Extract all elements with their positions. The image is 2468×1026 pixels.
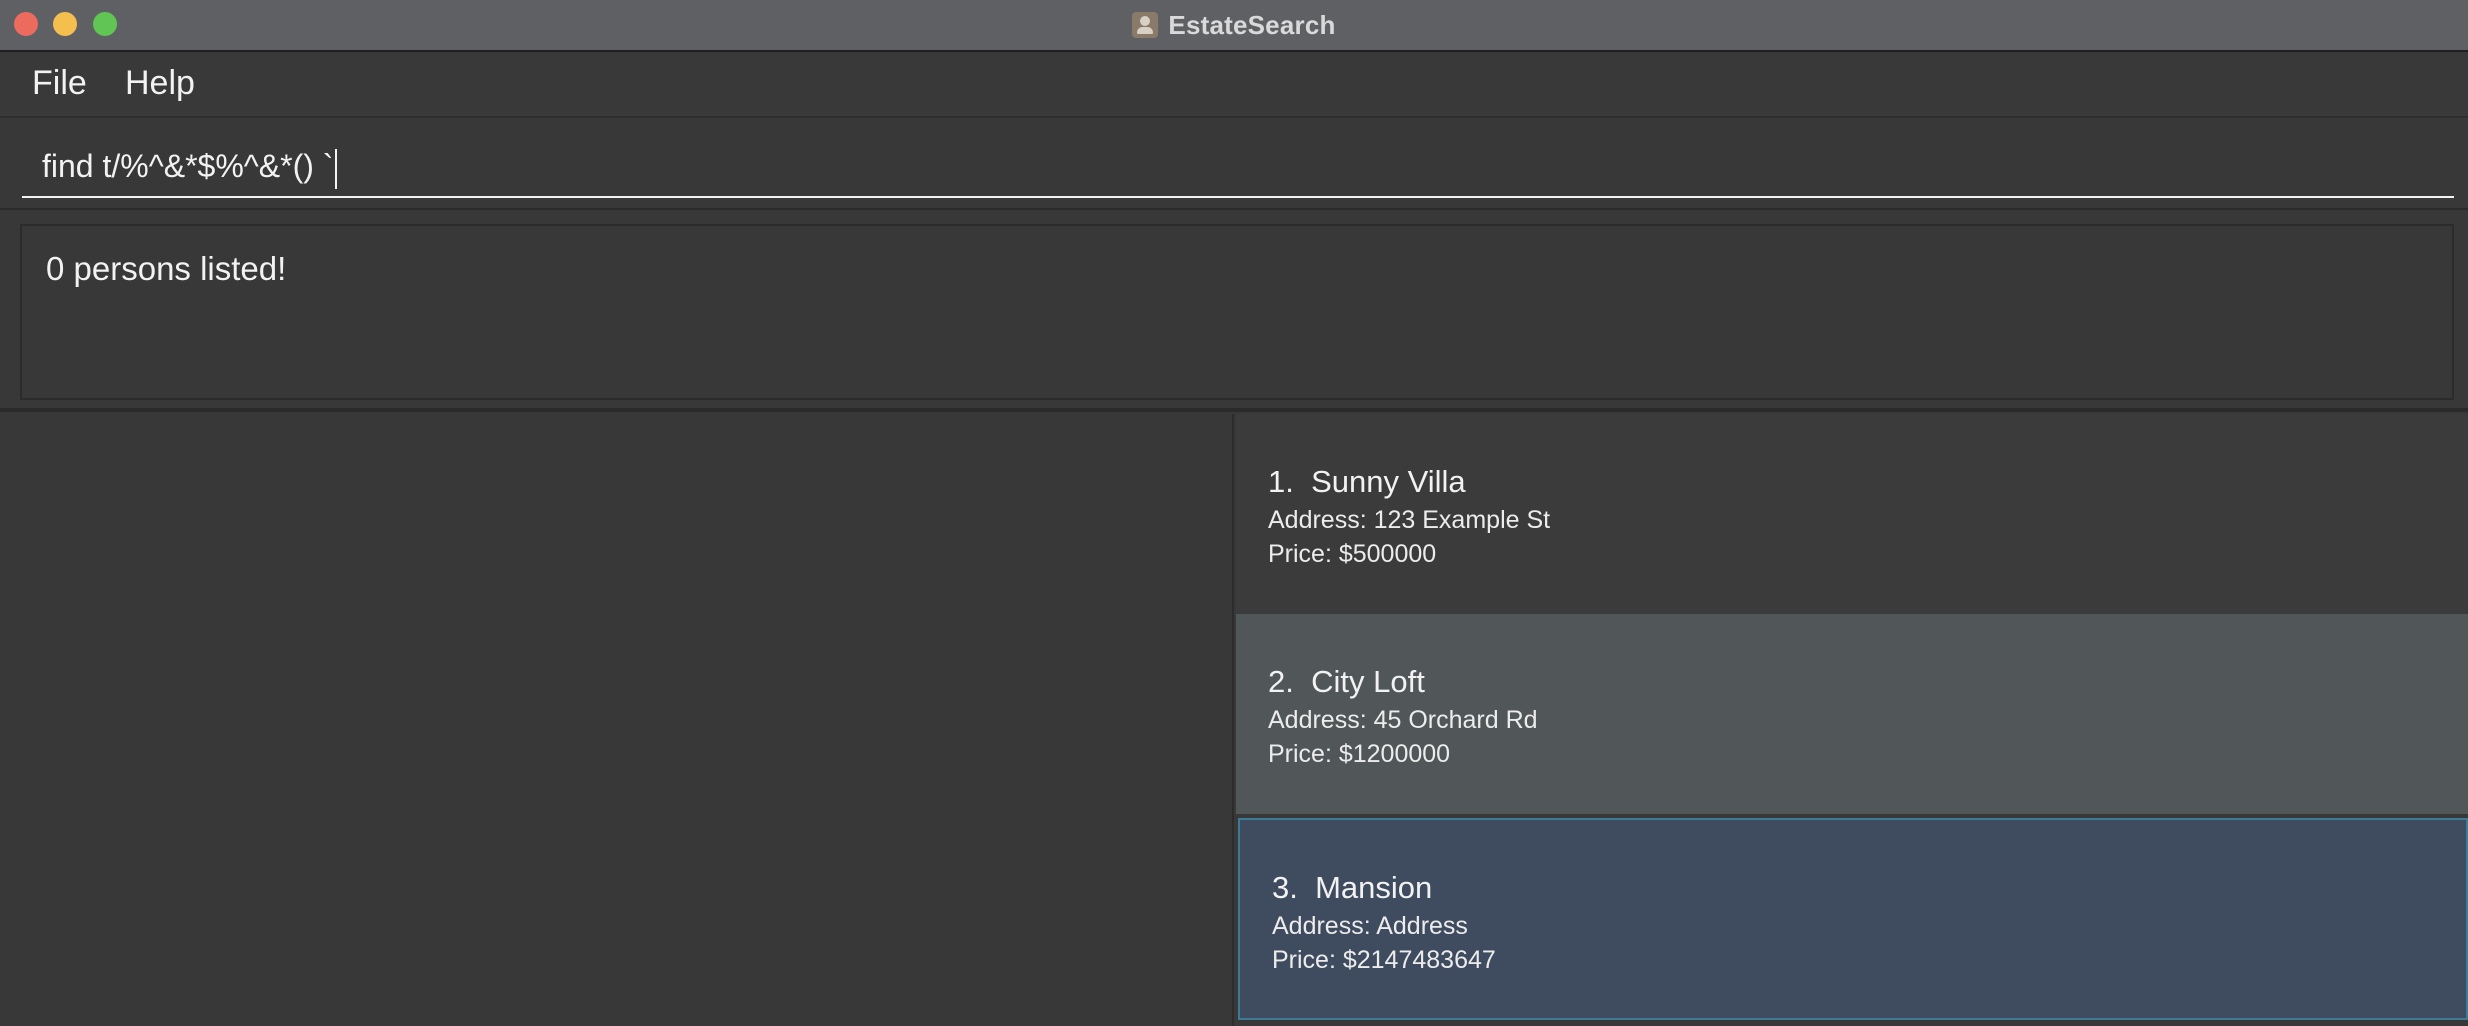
property-price: Price: $2147483647 — [1272, 946, 1496, 974]
window-title: EstateSearch — [1168, 9, 1336, 40]
menu-bar: File Help — [0, 54, 2468, 118]
property-address: Address: 45 Orchard Rd — [1268, 706, 1538, 734]
menu-help[interactable]: Help — [125, 64, 195, 103]
property-name: 3. Mansion — [1272, 870, 1433, 905]
property-price: Price: $1200000 — [1268, 740, 1451, 768]
result-display[interactable]: 0 persons listed! — [20, 224, 2454, 400]
window-titlebar: EstateSearch — [0, 0, 2468, 52]
property-name: 2. City Loft — [1268, 664, 1425, 699]
property-list-panel[interactable]: 1. Sunny Villa Address: 123 Example St P… — [1236, 414, 2468, 1026]
command-box-container: find t/%^&*$%^&*() ` — [0, 118, 2468, 210]
command-input[interactable]: find t/%^&*$%^&*() ` — [22, 136, 2454, 198]
menu-file[interactable]: File — [32, 64, 87, 103]
property-address: Address: Address — [1272, 912, 1468, 940]
property-address: Address: 123 Example St — [1268, 506, 1551, 534]
property-card[interactable]: 2. City Loft Address: 45 Orchard Rd Pric… — [1236, 614, 2468, 814]
text-caret — [335, 148, 338, 189]
result-display-container: 0 persons listed! — [0, 212, 2468, 412]
window-title-group: EstateSearch — [0, 8, 2468, 42]
property-price: Price: $500000 — [1268, 540, 1437, 568]
person-list-panel[interactable] — [0, 414, 1234, 1026]
command-input-text: find t/%^&*$%^&*() ` — [42, 148, 334, 184]
property-card-selected[interactable]: 3. Mansion Address: Address Price: $2147… — [1238, 818, 2468, 1020]
property-card[interactable]: 1. Sunny Villa Address: 123 Example St P… — [1236, 414, 2468, 614]
property-name: 1. Sunny Villa — [1268, 464, 1466, 499]
result-message: 0 persons listed! — [46, 250, 287, 287]
app-person-icon — [1132, 12, 1159, 38]
